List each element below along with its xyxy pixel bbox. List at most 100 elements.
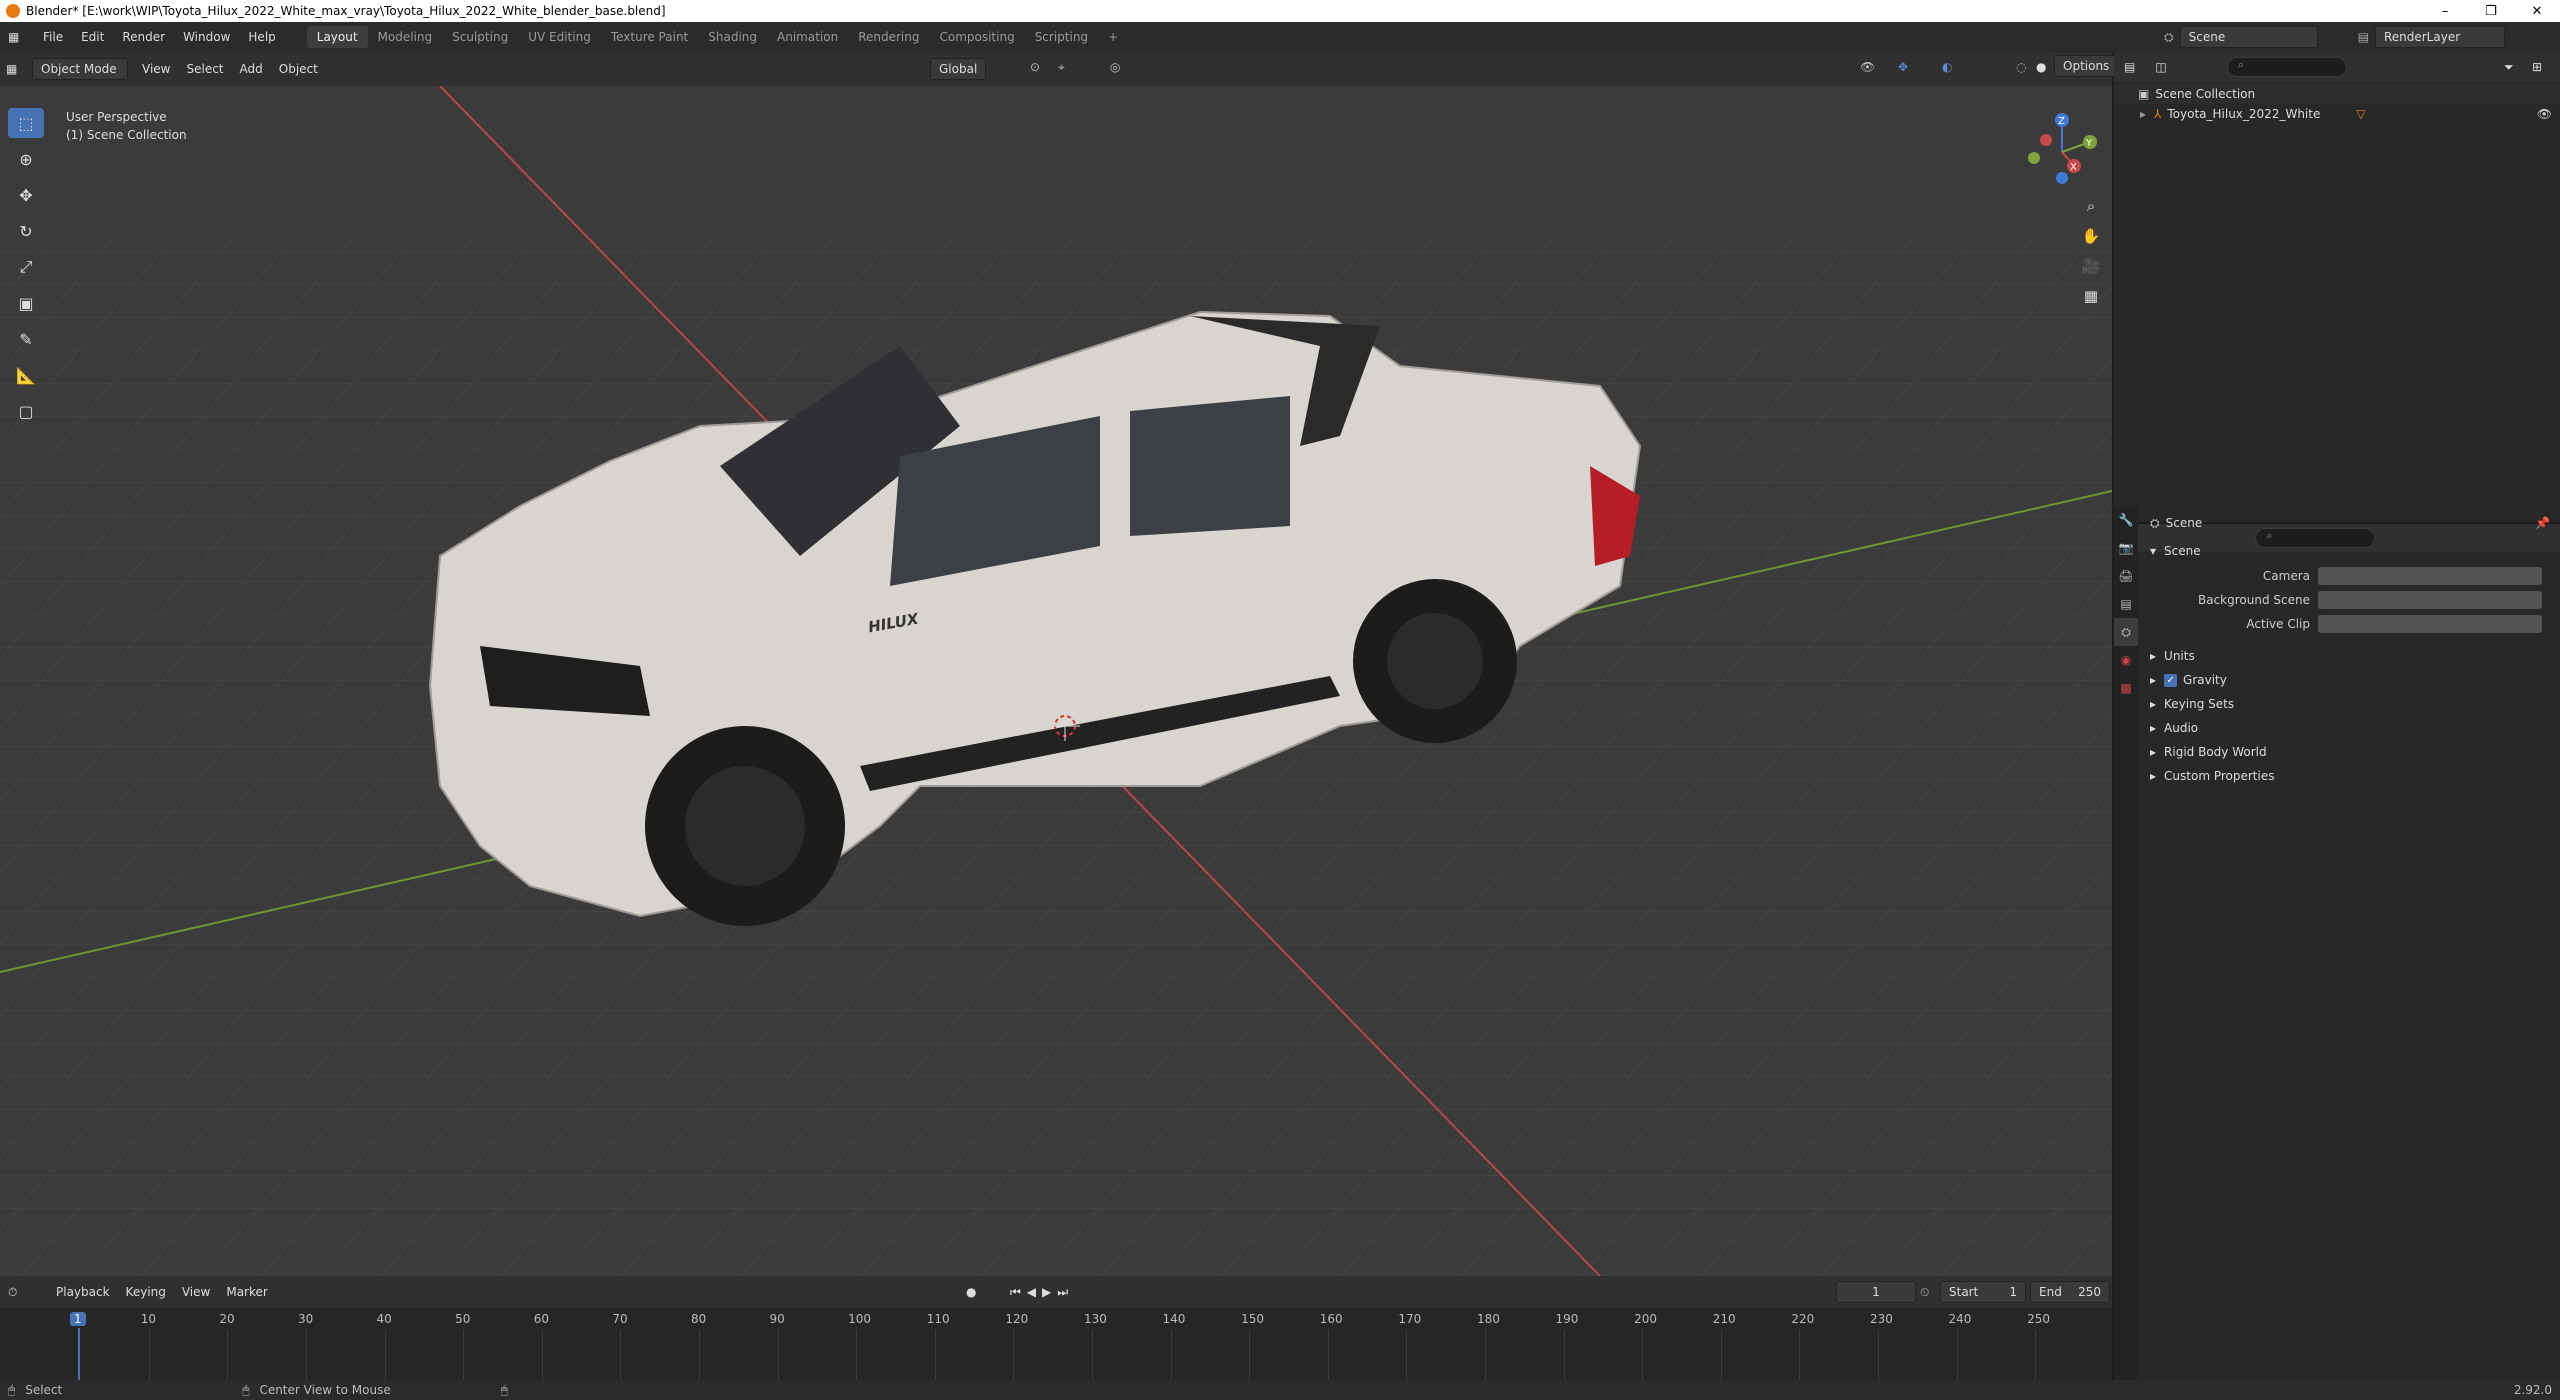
menu-edit[interactable]: Edit: [72, 30, 113, 44]
menu-window[interactable]: Window: [174, 30, 239, 44]
current-frame-field[interactable]: 1: [1836, 1281, 1916, 1303]
timeline-menu-marker[interactable]: Marker: [218, 1282, 275, 1302]
scale-tool-icon[interactable]: ⤢: [8, 252, 44, 282]
pin-icon[interactable]: 📌: [2535, 516, 2550, 530]
menu-file[interactable]: File: [34, 30, 72, 44]
workspace-tab-layout[interactable]: Layout: [306, 26, 368, 48]
timeline-tick-label: 230: [1869, 1312, 1893, 1326]
timeline-area[interactable]: 1 10 20 30 40 50 60 70 80 90 100 110 120 130 140 150 160…: [0, 1308, 2112, 1384]
keying-sets-panel[interactable]: ▸ Keying Sets: [2140, 692, 2560, 716]
view-layer-selector[interactable]: RenderLayer: [2374, 26, 2505, 48]
mode-selector[interactable]: Object Mode: [32, 58, 128, 80]
maximize-button[interactable]: ❐: [2468, 4, 2514, 19]
timeline-menu-keying[interactable]: Keying: [118, 1282, 174, 1302]
render-tab-icon[interactable]: 📷: [2114, 534, 2138, 562]
close-button[interactable]: ✕: [2514, 4, 2560, 19]
menu-help[interactable]: Help: [239, 30, 284, 44]
collapsed-arrow-icon: ▸: [2150, 769, 2157, 783]
minimize-button[interactable]: –: [2422, 4, 2468, 19]
active-clip-field[interactable]: [2318, 615, 2542, 633]
outliner-row-object[interactable]: ▸ ⅄ Toyota_Hilux_2022_White ▽ 👁: [2114, 104, 2560, 124]
timeline-header: ⏱ Playback Keying View Marker ● ⏮◀▶⏭ 1 ⏲…: [0, 1276, 2112, 1308]
texture-tab-icon[interactable]: ▩: [2114, 674, 2138, 702]
add-cube-tool-icon[interactable]: ▢: [8, 396, 44, 426]
tool-tab-icon[interactable]: 🔧: [2114, 506, 2138, 534]
gravity-panel[interactable]: ▸ ✓ Gravity: [2140, 668, 2560, 692]
custom-properties-panel[interactable]: ▸ Custom Properties: [2140, 764, 2560, 788]
output-tab-icon[interactable]: 🖨: [2114, 562, 2138, 590]
workspace-tab-sculpting[interactable]: Sculpting: [442, 26, 518, 48]
units-panel[interactable]: ▸ Units: [2140, 644, 2560, 668]
collection-icon: ▣: [2138, 87, 2150, 101]
filter-icon[interactable]: ⏷: [2504, 60, 2514, 75]
solid-shading-icon[interactable]: ●: [2036, 60, 2046, 74]
rotate-tool-icon[interactable]: ↻: [8, 216, 44, 246]
scene-selector[interactable]: Scene: [2179, 26, 2318, 48]
workspace-tab-compositing[interactable]: Compositing: [929, 26, 1024, 48]
outliner-row-scene-collection[interactable]: ▣ Scene Collection: [2114, 84, 2560, 104]
editor-type-icon[interactable]: ▦: [8, 30, 34, 44]
pan-hand-icon[interactable]: ✋: [2076, 221, 2106, 251]
camera-field[interactable]: [2318, 567, 2542, 585]
timeline-tick-label: 1: [70, 1312, 86, 1326]
menu-render[interactable]: Render: [113, 30, 174, 44]
audio-panel[interactable]: ▸ Audio: [2140, 716, 2560, 740]
proportional-edit-icon[interactable]: ◎: [1110, 60, 1120, 74]
end-frame-field[interactable]: End 250: [2030, 1281, 2110, 1303]
measure-tool-icon[interactable]: 📐: [8, 360, 44, 390]
snap-icon[interactable]: ⌖: [1058, 60, 1065, 75]
select-box-icon[interactable]: ⬚: [8, 108, 44, 138]
move-tool-icon[interactable]: ✥: [8, 180, 44, 210]
record-icon[interactable]: ●: [966, 1285, 976, 1299]
gravity-checkbox[interactable]: ✓: [2164, 673, 2178, 687]
transform-orientation-selector[interactable]: Global: [930, 58, 987, 80]
add-workspace-icon[interactable]: +: [1098, 26, 1128, 48]
workspace-tab-animation[interactable]: Animation: [767, 26, 848, 48]
options-button[interactable]: Options: [2054, 55, 2119, 77]
display-mode-icon[interactable]: ◫: [2155, 60, 2166, 74]
workspace-tab-modeling[interactable]: Modeling: [368, 26, 443, 48]
timeline-grid-line: [1563, 1330, 1565, 1384]
pivot-icon[interactable]: ⊙: [1030, 60, 1040, 74]
overlay-toggle-icon[interactable]: ◐: [1942, 60, 1952, 74]
workspace-tab-shading[interactable]: Shading: [698, 26, 767, 48]
wireframe-shading-icon[interactable]: ◌: [2016, 60, 2026, 74]
workspace-tab-texture-paint[interactable]: Texture Paint: [601, 26, 698, 48]
viewport-menu-view[interactable]: View: [134, 59, 178, 79]
rigid-body-world-panel[interactable]: ▸ Rigid Body World: [2140, 740, 2560, 764]
start-frame-field[interactable]: Start 1: [1940, 1281, 2026, 1303]
outliner-search-input[interactable]: ⌕: [2226, 57, 2347, 77]
annotate-tool-icon[interactable]: ✎: [8, 324, 44, 354]
expand-arrow-icon[interactable]: ▸: [2140, 107, 2146, 121]
timeline-menu-view[interactable]: View: [174, 1282, 218, 1302]
timeline-editor-icon[interactable]: ⏱: [8, 1285, 48, 1300]
workspace-tab-scripting[interactable]: Scripting: [1025, 26, 1098, 48]
scene-panel-header[interactable]: ▾ Scene: [2140, 538, 2560, 564]
eye-icon[interactable]: 👁: [2537, 107, 2552, 121]
background-scene-field[interactable]: [2318, 591, 2542, 609]
camera-view-icon[interactable]: 🎥: [2076, 251, 2106, 281]
workspace-tab-uv-editing[interactable]: UV Editing: [518, 26, 601, 48]
visibility-icon[interactable]: 👁: [1860, 60, 1875, 74]
timeline-menu-playback[interactable]: Playback: [48, 1282, 118, 1302]
timeline-grid-line: [1170, 1330, 1172, 1384]
new-collection-icon[interactable]: ⊞: [2532, 60, 2542, 74]
playhead[interactable]: [78, 1328, 80, 1384]
gizmo-toggle-icon[interactable]: ✥: [1898, 60, 1908, 74]
transform-tool-icon[interactable]: ▣: [8, 288, 44, 318]
viewport-menu-object[interactable]: Object: [271, 59, 326, 79]
editor-type-icon[interactable]: ▦: [6, 62, 32, 76]
viewport-menu-select[interactable]: Select: [178, 59, 231, 79]
scene-tab-icon[interactable]: ⛭: [2114, 618, 2138, 646]
zoom-icon[interactable]: ⌕: [2076, 191, 2106, 221]
keying-sets-label: Keying Sets: [2164, 697, 2235, 711]
view-layer-tab-icon[interactable]: ▤: [2114, 590, 2138, 618]
outliner-editor-icon[interactable]: ▤: [2124, 60, 2135, 74]
cursor-tool-icon[interactable]: ⊕: [8, 144, 44, 174]
viewport-menu-add[interactable]: Add: [232, 59, 271, 79]
3d-viewport[interactable]: Z Y X HILUX User Perspective (1) Scene C…: [0, 86, 2112, 1276]
workspace-tab-rendering[interactable]: Rendering: [848, 26, 929, 48]
ortho-grid-icon[interactable]: ▦: [2076, 281, 2106, 311]
playback-controls[interactable]: ⏮◀▶⏭: [1010, 1285, 1074, 1300]
world-tab-icon[interactable]: ◉: [2114, 646, 2138, 674]
